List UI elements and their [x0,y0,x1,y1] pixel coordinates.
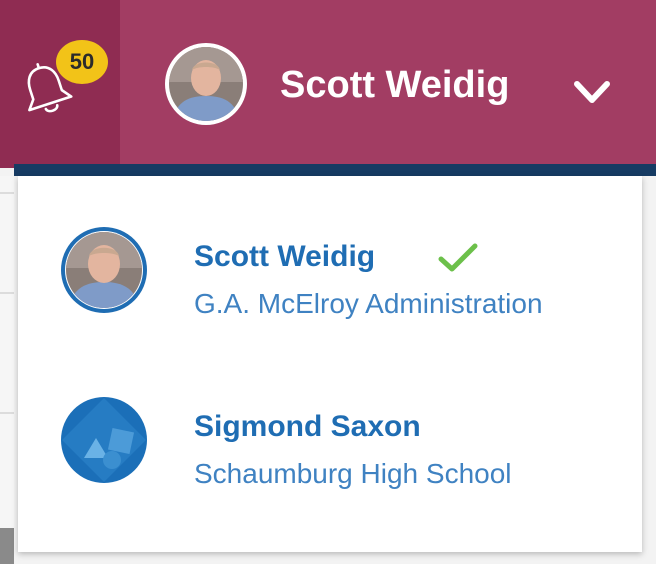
account-name: Sigmond Saxon [194,410,421,443]
header-user-avatar [165,43,247,125]
background-page-shadow [0,528,14,564]
header-user-name: Scott Weidig [280,64,510,106]
account-option-sigmond-saxon[interactable]: Sigmond Saxon Schaumburg High School [18,360,642,530]
account-avatar-shapes [61,397,147,483]
page-edge-divider [0,292,14,294]
background-page-edge [0,176,14,564]
chevron-down-icon [574,81,610,103]
account-name: Scott Weidig [194,240,376,273]
account-avatar-photo [61,227,147,313]
account-option-scott-weidig[interactable]: Scott Weidig G.A. McElroy Administration [18,190,642,360]
account-organization: Schaumburg High School [194,458,512,489]
page-edge-divider [0,412,14,414]
account-switcher-screen: 50 Scott Weidig Scott Weidig G.A. McElro… [0,0,656,564]
header-divider [14,164,656,176]
top-header-bar: 50 Scott Weidig [0,0,656,168]
notification-count-badge: 50 [56,40,108,84]
user-menu-button[interactable]: Scott Weidig [120,0,656,168]
page-edge-divider [0,192,14,194]
account-organization: G.A. McElroy Administration [194,288,543,319]
checkmark-icon [438,243,478,272]
account-switcher-dropdown: Scott Weidig G.A. McElroy Administration [18,176,642,552]
notifications-button[interactable]: 50 [0,0,120,168]
